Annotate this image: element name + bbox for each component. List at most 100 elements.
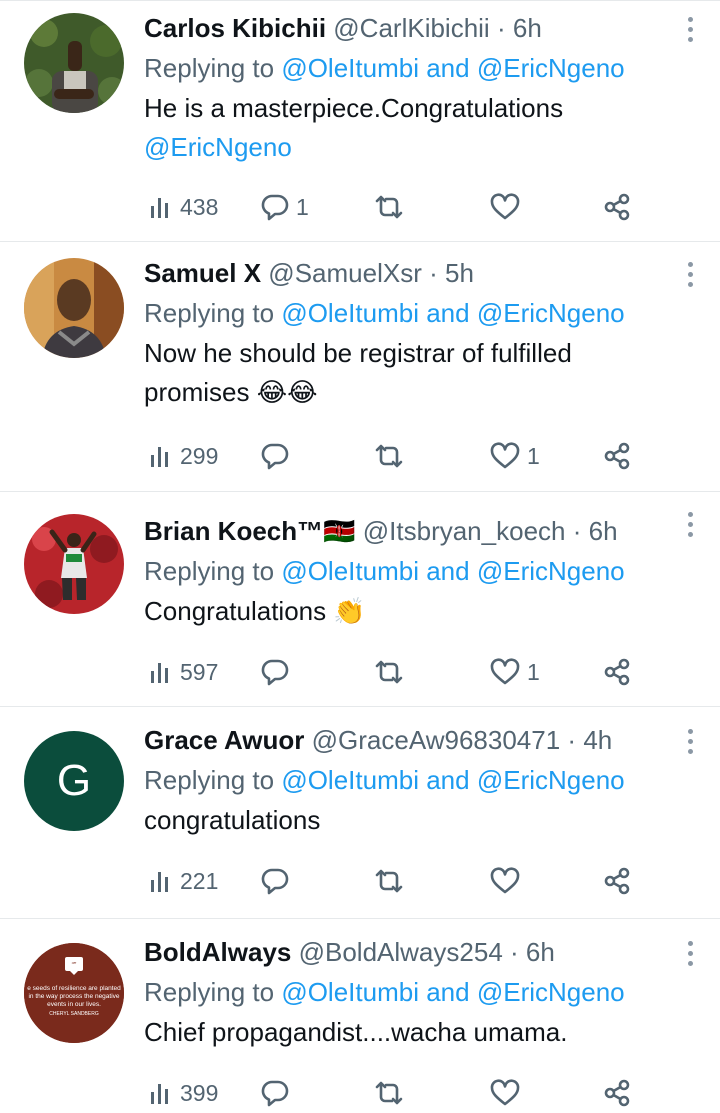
like-button[interactable] xyxy=(489,187,527,227)
tweet-actions: 221 xyxy=(144,861,644,901)
like-icon xyxy=(490,1079,520,1106)
views-count: 399 xyxy=(180,1079,219,1106)
tweet[interactable]: Samuel X @SamuelXsr · 5h Replying to @Ol… xyxy=(0,242,720,492)
replying-to-and[interactable]: and xyxy=(426,53,469,83)
tweet[interactable]: G Grace Awuor @GraceAw96830471 · 4h Repl… xyxy=(0,707,720,919)
share-button[interactable] xyxy=(602,436,632,476)
mention-link[interactable]: @OleItumbi xyxy=(281,298,419,328)
reply-button[interactable] xyxy=(260,652,296,692)
retweet-icon xyxy=(375,660,403,684)
reply-button[interactable] xyxy=(260,861,296,901)
separator-dot: · xyxy=(572,516,582,546)
replying-to-and[interactable]: and xyxy=(426,977,469,1007)
display-name[interactable]: Grace Awuor xyxy=(144,725,304,755)
tweet-actions: 438 1 xyxy=(144,187,644,227)
user-handle[interactable]: @Itsbryan_koech xyxy=(363,516,566,546)
share-button[interactable] xyxy=(602,187,632,227)
retweet-button[interactable] xyxy=(372,436,412,476)
replying-to-label: Replying to xyxy=(144,765,275,795)
share-icon xyxy=(604,442,630,470)
share-button[interactable] xyxy=(602,1073,632,1113)
replying-to-and[interactable]: and xyxy=(426,765,469,795)
separator-dot: · xyxy=(429,258,438,288)
mention-link[interactable]: @OleItumbi xyxy=(281,53,419,83)
separator-dot: · xyxy=(496,13,506,43)
reply-button[interactable] xyxy=(260,436,296,476)
replying-to-label: Replying to xyxy=(144,53,275,83)
mention-link[interactable]: @OleItumbi xyxy=(281,977,419,1007)
avatar[interactable]: G xyxy=(24,731,124,831)
views-button[interactable]: 597 xyxy=(148,652,218,692)
tweet[interactable]: Brian Koech™🇰🇪 @Itsbryan_koech · 6h Repl… xyxy=(0,492,720,707)
retweet-button[interactable] xyxy=(372,861,412,901)
timestamp[interactable]: 5h xyxy=(445,258,474,288)
timestamp[interactable]: 4h xyxy=(583,725,612,755)
retweet-button[interactable] xyxy=(372,652,412,692)
display-name[interactable]: BoldAlways xyxy=(144,937,291,967)
mention-link[interactable]: @EricNgeno xyxy=(477,765,625,795)
timestamp[interactable]: 6h xyxy=(526,937,555,967)
laughing-emoji: 😂😂 xyxy=(256,377,318,407)
replying-to-and[interactable]: and xyxy=(426,298,469,328)
mention-link[interactable]: @EricNgeno xyxy=(477,298,625,328)
replying-to: Replying to @OleItumbi and @EricNgeno xyxy=(144,296,704,330)
like-count: 1 xyxy=(527,658,540,685)
tweet-actions: 299 1 xyxy=(144,436,644,476)
reply-button[interactable]: 1 xyxy=(260,187,309,227)
share-button[interactable] xyxy=(602,652,632,692)
reply-button[interactable] xyxy=(260,1073,296,1113)
avatar[interactable] xyxy=(24,13,124,113)
avatar[interactable]: “” e seeds of resilience are planted in … xyxy=(24,943,124,1043)
avatar[interactable] xyxy=(24,258,124,358)
like-button[interactable] xyxy=(489,1073,527,1113)
tweet-header: Brian Koech™🇰🇪 @Itsbryan_koech · 6h xyxy=(144,514,704,548)
views-icon xyxy=(151,447,168,467)
avatar-quote-author: CHERYL SANDBERG xyxy=(49,1011,99,1017)
user-handle[interactable]: @BoldAlways254 xyxy=(299,937,503,967)
share-button[interactable] xyxy=(602,861,632,901)
share-icon xyxy=(604,658,630,686)
like-button[interactable] xyxy=(489,861,527,901)
retweet-button[interactable] xyxy=(372,187,412,227)
views-button[interactable]: 438 xyxy=(148,187,218,227)
like-button[interactable]: 1 xyxy=(489,652,540,692)
tweet[interactable]: Carlos Kibichii @CarlKibichii · 6h Reply… xyxy=(0,0,720,242)
like-icon xyxy=(490,658,520,685)
retweet-icon xyxy=(375,444,403,468)
views-button[interactable]: 299 xyxy=(148,436,218,476)
views-count: 438 xyxy=(180,193,219,220)
views-button[interactable]: 399 xyxy=(148,1073,218,1113)
mention-link[interactable]: @EricNgeno xyxy=(144,132,292,162)
display-name[interactable]: Carlos Kibichii xyxy=(144,13,326,43)
reply-count: 1 xyxy=(296,193,309,220)
like-icon xyxy=(490,867,520,894)
mention-link[interactable]: @EricNgeno xyxy=(477,977,625,1007)
svg-text:“”: “” xyxy=(72,962,77,969)
reply-icon xyxy=(261,659,289,686)
user-handle[interactable]: @SamuelXsr xyxy=(268,258,422,288)
replying-to: Replying to @OleItumbi and @EricNgeno xyxy=(144,763,704,797)
avatar[interactable] xyxy=(24,514,124,614)
timestamp[interactable]: 6h xyxy=(589,516,618,546)
like-count: 1 xyxy=(527,442,540,469)
retweet-button[interactable] xyxy=(372,1073,412,1113)
mention-link[interactable]: @EricNgeno xyxy=(477,556,625,586)
timestamp[interactable]: 6h xyxy=(513,13,542,43)
display-name[interactable]: Brian Koech™ xyxy=(144,516,323,546)
user-handle[interactable]: @CarlKibichii xyxy=(333,13,489,43)
user-handle[interactable]: @GraceAw96830471 xyxy=(312,725,561,755)
replying-to: Replying to @OleItumbi and @EricNgeno xyxy=(144,975,704,1009)
views-button[interactable]: 221 xyxy=(148,861,218,901)
display-name[interactable]: Samuel X xyxy=(144,258,261,288)
tweet-header: Samuel X @SamuelXsr · 5h xyxy=(144,256,704,290)
tweet-actions: 597 1 xyxy=(144,652,644,692)
mention-link[interactable]: @EricNgeno xyxy=(477,53,625,83)
replying-to: Replying to @OleItumbi and @EricNgeno xyxy=(144,51,704,85)
like-button[interactable]: 1 xyxy=(489,436,540,476)
separator-dot: · xyxy=(567,725,577,755)
mention-link[interactable]: @OleItumbi xyxy=(281,765,419,795)
mention-link[interactable]: @OleItumbi xyxy=(281,556,419,586)
tweet-text-line: promises xyxy=(144,377,250,407)
tweet[interactable]: “” e seeds of resilience are planted in … xyxy=(0,919,720,1107)
replying-to-and[interactable]: and xyxy=(426,556,469,586)
